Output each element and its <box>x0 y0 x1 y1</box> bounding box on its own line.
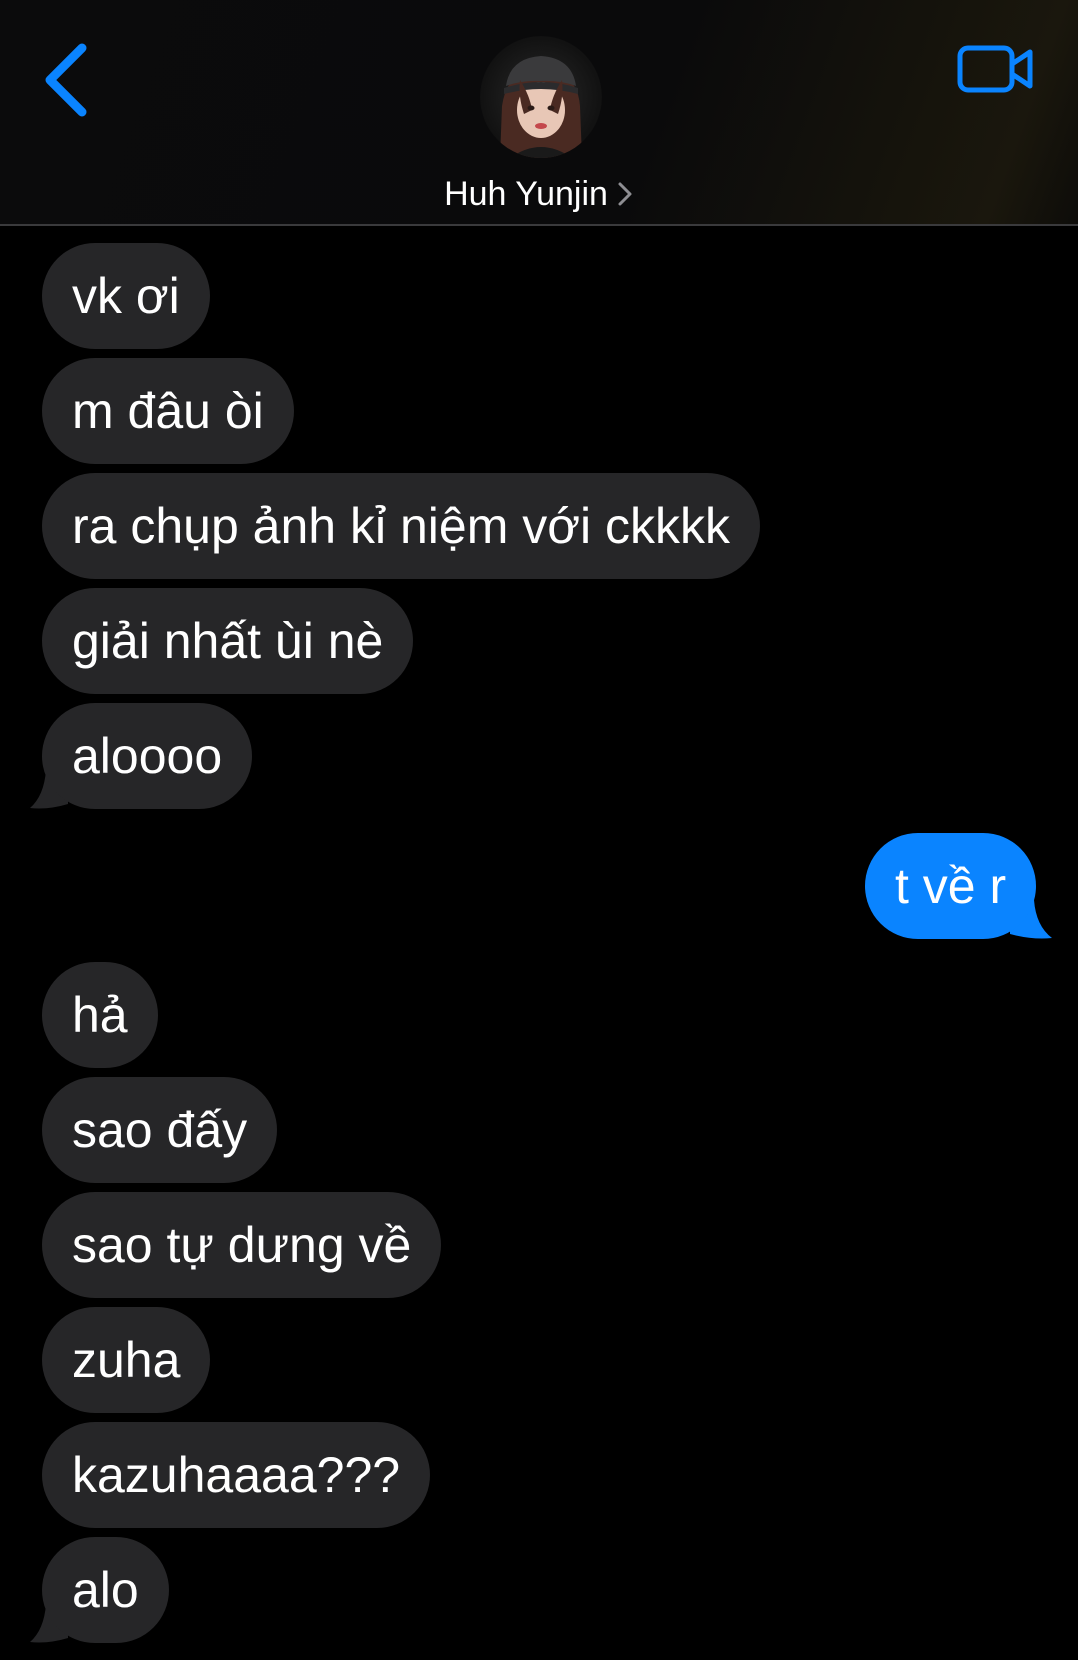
message-text: alo <box>72 1562 139 1618</box>
outgoing-message-bubble[interactable]: t về r <box>865 833 1037 939</box>
chat-screen: Huh Yunjin vk ơi m đâu òi ra chụp ảnh kỉ… <box>0 0 1078 1660</box>
message-text: hả <box>72 987 128 1043</box>
chevron-right-icon <box>618 182 632 206</box>
video-camera-icon <box>957 45 1033 93</box>
incoming-message-bubble[interactable]: hả <box>42 962 158 1068</box>
contact-name-button[interactable]: Huh Yunjin <box>0 172 1078 216</box>
message-text: zuha <box>72 1332 181 1388</box>
conversation-header: Huh Yunjin <box>0 0 1078 226</box>
contact-name: Huh Yunjin <box>444 175 608 213</box>
incoming-message-bubble[interactable]: sao tự dưng về <box>42 1192 442 1298</box>
incoming-message-bubble[interactable]: alo <box>42 1537 169 1643</box>
message-text: giải nhất ùi nè <box>72 613 384 669</box>
incoming-message-bubble[interactable]: m đâu òi <box>42 358 294 464</box>
contact-avatar[interactable] <box>480 36 602 158</box>
message-text: kazuhaaaa??? <box>72 1447 401 1503</box>
message-text: ra chụp ảnh kỉ niệm với ckkkk <box>72 498 731 554</box>
message-text: sao đấy <box>72 1102 248 1158</box>
message-text: vk ơi <box>72 268 180 324</box>
message-text: sao tự dưng về <box>72 1217 412 1273</box>
incoming-message-bubble[interactable]: giải nhất ùi nè <box>42 588 414 694</box>
incoming-message-bubble[interactable]: kazuhaaaa??? <box>42 1422 431 1528</box>
message-text: m đâu òi <box>72 383 264 439</box>
avatar-photo <box>480 36 602 158</box>
message-text: t về r <box>895 858 1007 914</box>
incoming-message-bubble[interactable]: ra chụp ảnh kỉ niệm với ckkkk <box>42 473 761 579</box>
message-text: aloooo <box>72 728 223 784</box>
incoming-message-bubble[interactable]: aloooo <box>42 703 253 809</box>
back-button[interactable] <box>36 40 96 120</box>
incoming-message-bubble[interactable]: zuha <box>42 1307 211 1413</box>
incoming-message-bubble[interactable]: sao đấy <box>42 1077 278 1183</box>
incoming-message-bubble[interactable]: vk ơi <box>42 243 210 349</box>
video-call-button[interactable] <box>956 42 1036 98</box>
chevron-left-icon <box>45 43 87 117</box>
